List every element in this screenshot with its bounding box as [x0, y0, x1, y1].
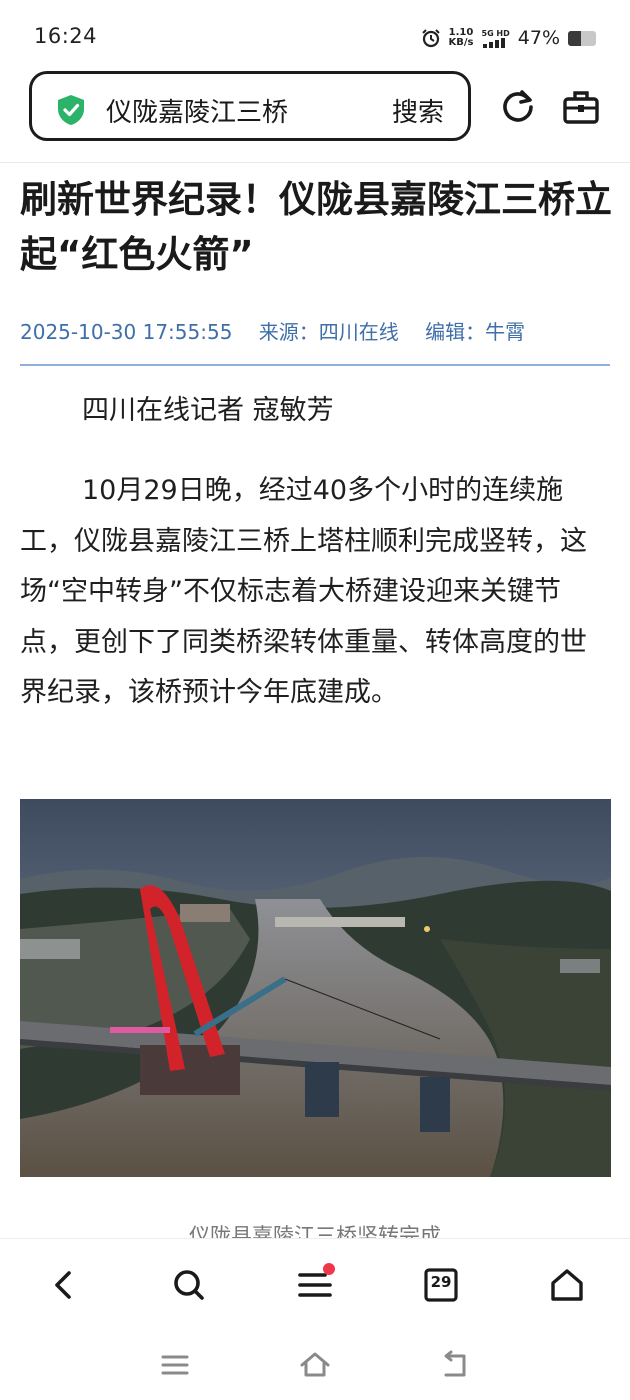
system-nav-bar: [0, 1330, 630, 1400]
toolbox-icon[interactable]: [562, 88, 600, 126]
article-byline: 四川在线记者 寇敏芳: [82, 395, 334, 426]
article-datetime: 2025-10-30 17:55:55: [20, 320, 233, 344]
article-editor: 编辑：牛霄: [425, 320, 526, 344]
refresh-icon[interactable]: [499, 88, 537, 126]
back-nav-icon[interactable]: [438, 1348, 472, 1382]
signal-icon: 5G HD: [482, 29, 510, 48]
status-right-group: 1.10 KB/s 5G HD 47%: [421, 24, 596, 52]
home-nav-icon[interactable]: [298, 1348, 332, 1382]
article-title: 刷新世界纪录！仪陇县嘉陵江三桥立起“红色火箭”: [20, 178, 612, 276]
search-bar[interactable]: 仪陇嘉陵江三桥 搜索: [29, 71, 471, 141]
tabs-icon[interactable]: 29: [421, 1265, 461, 1305]
search-button[interactable]: 搜索: [392, 92, 444, 129]
notification-dot: [323, 1263, 335, 1275]
shield-check-icon: [58, 95, 84, 125]
meta-divider: [20, 364, 610, 366]
article-meta: 2025-10-30 17:55:55 来源：四川在线 编辑：牛霄: [20, 316, 545, 345]
article-paragraph: 10月29日晚，经过40多个小时的连续施工，仪陇县嘉陵江三桥上塔柱顺利完成竖转，…: [20, 475, 587, 708]
recents-icon[interactable]: [158, 1348, 192, 1382]
alarm-icon: [421, 29, 440, 48]
header-divider: [0, 162, 630, 163]
search-icon[interactable]: [169, 1265, 209, 1305]
bottom-toolbar: 29: [0, 1238, 630, 1331]
status-bar: 16:24 1.10 KB/s 5G HD 47%: [0, 0, 630, 72]
net-speed: 1.10 KB/s: [449, 28, 474, 48]
battery-icon: [568, 30, 596, 46]
home-icon[interactable]: [547, 1265, 587, 1305]
net-speed-unit: KB/s: [448, 37, 474, 48]
status-time: 16:24: [34, 24, 98, 48]
bridge-photo[interactable]: [20, 799, 611, 1177]
signal-label: 5G HD: [481, 28, 510, 38]
back-icon[interactable]: [43, 1265, 83, 1305]
search-query[interactable]: 仪陇嘉陵江三桥: [106, 92, 288, 129]
menu-icon[interactable]: [295, 1263, 335, 1305]
tab-count: 29: [430, 1273, 452, 1291]
battery-percent: 47%: [517, 27, 560, 49]
article-source: 来源：四川在线: [258, 320, 399, 344]
